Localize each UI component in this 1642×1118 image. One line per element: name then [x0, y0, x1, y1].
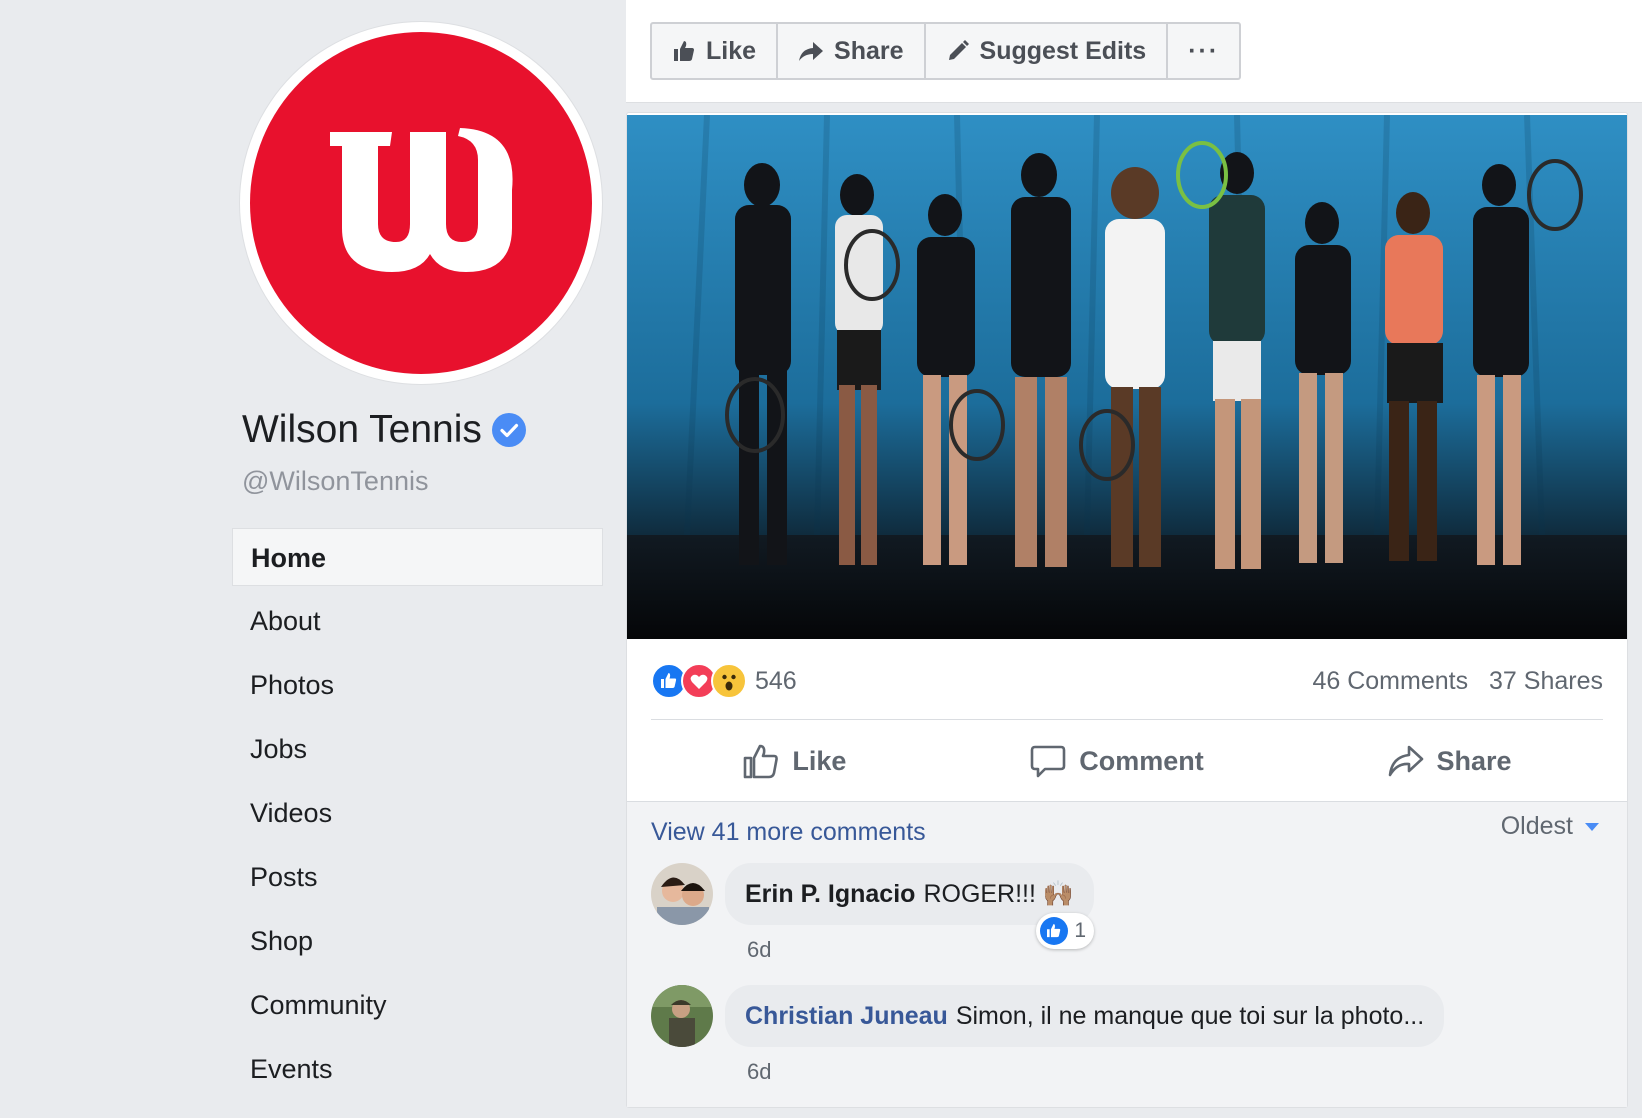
view-more-comments-link[interactable]: View 41 more comments: [651, 818, 926, 847]
comment-item: Christian Juneau Simon, il ne manque que…: [651, 985, 1445, 1084]
nav-item-about[interactable]: About: [232, 592, 603, 650]
nav-item-home[interactable]: Home: [232, 528, 603, 586]
pencil-icon: [948, 40, 969, 60]
suggest-edits-label: Suggest Edits: [979, 36, 1147, 65]
post-like-label: Like: [792, 745, 847, 776]
page-action-buttons: Like Share Suggest Edits ···: [650, 22, 1242, 80]
post-share-button[interactable]: Share: [1387, 742, 1512, 780]
wow-reaction-icon: [711, 663, 747, 699]
sort-label: Oldest: [1500, 812, 1573, 840]
nav-item-shop[interactable]: Shop: [232, 912, 603, 970]
share-arrow-icon: [799, 42, 824, 61]
page-like-button[interactable]: Like: [652, 24, 779, 78]
page-name-text: Wilson Tennis: [242, 408, 482, 451]
reaction-count: 546: [755, 666, 797, 695]
nav-item-posts[interactable]: Posts: [232, 848, 603, 906]
avatar[interactable]: [651, 985, 713, 1047]
page-nav: Home About Photos Jobs Videos Posts Shop…: [232, 528, 603, 1104]
comment-timestamp[interactable]: 6d: [747, 937, 771, 963]
post-stats: 546 46 Comments 37 Shares: [651, 661, 1603, 701]
comment-text: ROGER!!! 🙌🏽: [923, 879, 1075, 908]
post-like-button[interactable]: Like: [742, 742, 846, 780]
post-action-bar: Like Comment Share: [651, 725, 1603, 797]
page-like-label: Like: [706, 36, 757, 65]
comment-bubble-icon: [1030, 745, 1066, 778]
divider: [651, 719, 1603, 720]
post-comment-label: Comment: [1079, 745, 1204, 776]
comment-text: Simon, il ne manque que toi sur la photo…: [955, 1001, 1425, 1030]
more-dots-icon: ···: [1188, 36, 1220, 65]
comment-item: Erin P. Ignacio ROGER!!! 🙌🏽 1 6d: [651, 863, 1095, 962]
comment-like-badge[interactable]: 1: [1036, 913, 1095, 949]
comment-author[interactable]: Christian Juneau: [745, 1002, 948, 1031]
reaction-summary[interactable]: 546: [651, 663, 797, 699]
comment-like-count: 1: [1074, 919, 1087, 942]
page-share-button[interactable]: Share: [778, 24, 926, 78]
comments-section: View 41 more comments Oldest Erin P. Ign…: [627, 802, 1627, 1107]
comment-timestamp[interactable]: 6d: [747, 1059, 771, 1085]
post-share-label: Share: [1436, 745, 1512, 776]
shares-count-link[interactable]: 37 Shares: [1489, 667, 1603, 695]
post-photo[interactable]: [627, 114, 1627, 639]
verified-badge-icon: [491, 413, 526, 447]
post-card: 546 46 Comments 37 Shares Like Comment S…: [626, 112, 1628, 1108]
caret-down-icon: [1585, 822, 1599, 831]
page-action-bar: Like Share Suggest Edits ···: [626, 0, 1642, 103]
page-sidebar: Wilson Tennis @WilsonTennis Home About P…: [0, 0, 620, 1118]
page-handle[interactable]: @WilsonTennis: [242, 466, 428, 497]
thumbs-up-icon: [674, 41, 694, 61]
avatar[interactable]: [651, 863, 713, 925]
comment-bubble: Erin P. Ignacio ROGER!!! 🙌🏽 1: [725, 863, 1095, 949]
page-title: Wilson Tennis: [242, 408, 526, 452]
page-profile-picture[interactable]: [240, 22, 602, 384]
wilson-logo: [250, 32, 592, 374]
like-reaction-icon: [1040, 917, 1069, 945]
comments-count-link[interactable]: 46 Comments: [1312, 667, 1468, 695]
post-counts: 46 Comments 37 Shares: [1298, 667, 1603, 696]
comment-author[interactable]: Erin P. Ignacio: [745, 880, 915, 909]
suggest-edits-button[interactable]: Suggest Edits: [926, 24, 1169, 78]
nav-item-events[interactable]: Events: [232, 1040, 603, 1098]
comment-sort-dropdown[interactable]: Oldest: [1501, 812, 1599, 841]
nav-item-photos[interactable]: Photos: [232, 656, 603, 714]
nav-item-community[interactable]: Community: [232, 976, 603, 1034]
share-arrow-outline-icon: [1388, 745, 1423, 777]
post-comment-button[interactable]: Comment: [1029, 742, 1204, 780]
comment-bubble: Christian Juneau Simon, il ne manque que…: [725, 985, 1445, 1047]
nav-item-jobs[interactable]: Jobs: [232, 720, 603, 778]
page-share-label: Share: [834, 36, 904, 65]
nav-item-videos[interactable]: Videos: [232, 784, 603, 842]
more-options-button[interactable]: ···: [1168, 24, 1239, 78]
thumbs-up-outline-icon: [744, 744, 779, 779]
